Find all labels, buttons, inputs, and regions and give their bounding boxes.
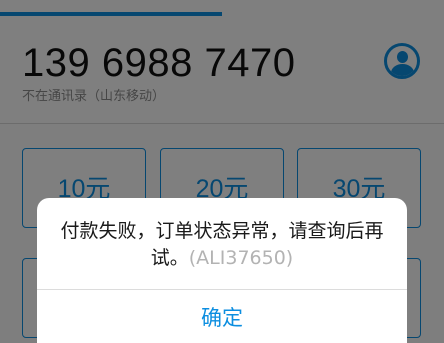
recharge-page: 139 6988 7470 不在通讯录（山东移动） 10元 20元 30元 付款… <box>0 0 444 343</box>
confirm-button[interactable]: 确定 <box>37 290 407 343</box>
dialog-message: 付款失败，订单状态异常，请查询后再试。(ALI37650) <box>47 218 397 272</box>
dialog-error-code: (ALI37650) <box>188 247 294 269</box>
payment-error-dialog: 付款失败，订单状态异常，请查询后再试。(ALI37650) 确定 <box>37 198 407 343</box>
